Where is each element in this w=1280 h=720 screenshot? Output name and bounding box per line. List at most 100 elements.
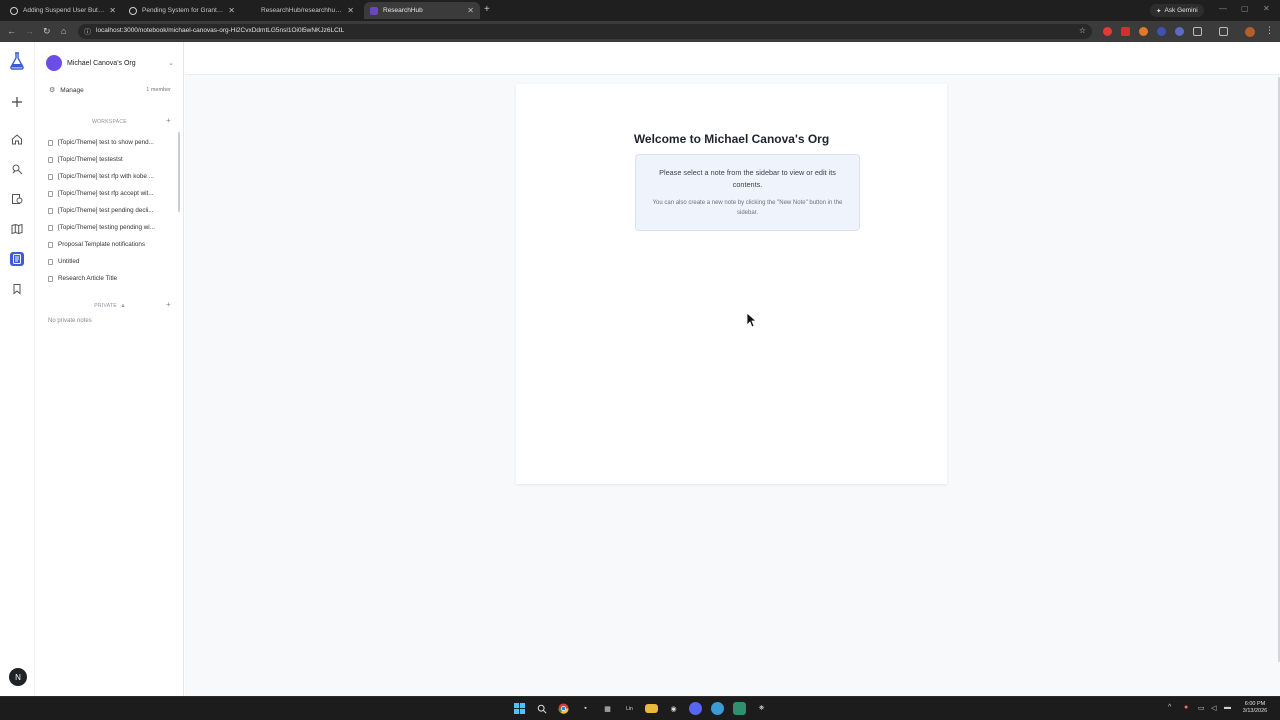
- profile-avatar[interactable]: [1245, 27, 1255, 37]
- home-browser-icon[interactable]: ⌂: [61, 26, 66, 36]
- user-avatar[interactable]: N: [9, 668, 27, 686]
- browser-tab-1[interactable]: Adding Suspend User Button to ✕: [4, 2, 122, 19]
- org-switcher[interactable]: Michael Canova's Org ⌄: [46, 55, 174, 71]
- add-workspace-note-icon[interactable]: +: [166, 116, 171, 125]
- list-item[interactable]: [Topic/Theme] testing pending wi...: [48, 219, 172, 236]
- manage-org-button[interactable]: ⚙ Manage 1 member: [49, 86, 171, 95]
- search-icon[interactable]: [535, 702, 548, 715]
- os-taskbar: ▪ ▦ Lin ◉ ⛯ ^ ● ▭ ◁ ▬ 6:00 PM 3/13/2026: [0, 696, 1280, 720]
- home-icon[interactable]: [10, 132, 24, 146]
- private-heading-label: PRIVATE: [94, 303, 118, 309]
- list-item[interactable]: [Topic/Theme] testestst: [48, 151, 172, 168]
- battery-icon[interactable]: ▬: [1224, 704, 1231, 711]
- new-tab-button[interactable]: +: [484, 4, 490, 15]
- extension-icon[interactable]: [1103, 27, 1112, 36]
- browser-tab-4[interactable]: ResearchHub ✕: [364, 2, 480, 19]
- list-item[interactable]: [Topic/Theme] test rfp accept wit...: [48, 185, 172, 202]
- note-title: [Topic/Theme] test to show pend...: [58, 139, 154, 146]
- chevron-down-icon: ⌄: [168, 60, 174, 67]
- clock[interactable]: 6:00 PM 3/13/2026: [1238, 701, 1272, 715]
- list-item[interactable]: [Topic/Theme] test rfp with kobe ...: [48, 168, 172, 185]
- funding-icon[interactable]: [10, 192, 24, 206]
- browser-tab-strip: Adding Suspend User Button to ✕ Pending …: [0, 0, 1280, 21]
- extension-icon[interactable]: [1139, 27, 1148, 36]
- plus-icon[interactable]: [10, 95, 24, 109]
- notes-app-icon[interactable]: [733, 702, 746, 715]
- notebook-icon[interactable]: [10, 252, 24, 266]
- document-icon: [48, 258, 53, 265]
- workspace-heading: WORKSPACE: [92, 119, 127, 125]
- tray-chevron-icon[interactable]: ^: [1168, 704, 1171, 711]
- tray-app-icon[interactable]: ▭: [1198, 704, 1205, 712]
- sidebar-scrollbar[interactable]: [178, 132, 180, 212]
- browser-tab-3[interactable]: ResearchHub/researchhub-bac ✕: [242, 2, 360, 19]
- mic-icon[interactable]: ●: [1184, 704, 1188, 711]
- lock-icon: 🔒︎: [121, 303, 125, 309]
- adblock-icon[interactable]: [1121, 27, 1130, 36]
- note-title: Research Article Title: [58, 275, 118, 282]
- app-icon[interactable]: ⛯: [755, 702, 768, 715]
- bookmark-star-icon[interactable]: ☆: [1079, 26, 1086, 35]
- journal-icon[interactable]: [10, 222, 24, 236]
- discord-icon[interactable]: [689, 702, 702, 715]
- gear-icon: ⚙: [49, 87, 56, 94]
- list-item[interactable]: Research Article Title: [48, 270, 172, 287]
- sparkle-icon: ✦: [1156, 7, 1162, 15]
- list-item[interactable]: [Topic/Theme] test pending decli...: [48, 202, 172, 219]
- org-name: Michael Canova's Org: [67, 59, 136, 67]
- document-icon: [48, 275, 53, 282]
- researcher-icon[interactable]: [10, 162, 24, 176]
- url-text[interactable]: localhost:3000/notebook/michael-canovas-…: [96, 27, 344, 34]
- close-tab-icon[interactable]: ✕: [467, 6, 474, 15]
- add-private-note-icon[interactable]: +: [166, 300, 171, 309]
- app-icon[interactable]: ◉: [667, 702, 680, 715]
- app-icon[interactable]: Lin: [623, 702, 636, 715]
- clock-date: 3/13/2026: [1242, 708, 1268, 714]
- document-icon: [48, 190, 53, 197]
- info-secondary-text: You can also create a new note by clicki…: [652, 200, 843, 216]
- address-bar[interactable]: ⓘ localhost:3000/notebook/michael-canova…: [78, 24, 1092, 39]
- site-info-icon[interactable]: ⓘ: [84, 27, 91, 37]
- forward-icon[interactable]: →: [25, 26, 34, 36]
- notebook-sidebar: Michael Canova's Org ⌄ ⚙ Manage 1 member…: [35, 42, 184, 696]
- app-window: N Michael Canova's Org ⌄ ⚙ Manage 1 memb…: [0, 42, 1280, 696]
- list-item[interactable]: Proposal Template notifications: [48, 236, 172, 253]
- member-count: 1 member: [146, 87, 171, 93]
- chrome-icon[interactable]: [557, 702, 570, 715]
- list-item[interactable]: Untitled: [48, 253, 172, 270]
- windows-start-icon[interactable]: [513, 702, 526, 715]
- extension-icon[interactable]: [1175, 27, 1184, 36]
- back-icon[interactable]: ←: [7, 26, 16, 36]
- calculator-icon[interactable]: ▦: [601, 702, 614, 715]
- note-title: [Topic/Theme] test rfp with kobe ...: [58, 173, 154, 180]
- maximize-icon[interactable]: ▢: [1241, 4, 1249, 13]
- document-icon: [48, 156, 53, 163]
- close-tab-icon[interactable]: ✕: [109, 6, 116, 15]
- terminal-icon[interactable]: ▪: [579, 702, 592, 715]
- private-heading: PRIVATE 🔒︎: [35, 303, 184, 309]
- github-icon: [10, 6, 18, 15]
- file-explorer-icon[interactable]: [645, 704, 658, 713]
- speaker-icon[interactable]: ◁: [1211, 704, 1216, 712]
- mouse-cursor-icon: [746, 312, 758, 328]
- extensions-puzzle-icon[interactable]: [1193, 27, 1202, 36]
- bookmark-icon[interactable]: [10, 282, 24, 296]
- note-title: [Topic/Theme] test rfp accept wit...: [58, 190, 154, 197]
- beaker-logo-icon[interactable]: [9, 52, 25, 70]
- close-tab-icon[interactable]: ✕: [228, 6, 235, 15]
- app-icon[interactable]: [711, 702, 724, 715]
- browser-menu-icon[interactable]: ⋮: [1265, 25, 1274, 36]
- list-item[interactable]: [Topic/Theme] test to show pend...: [48, 134, 172, 151]
- minimize-icon[interactable]: —: [1219, 4, 1227, 13]
- close-window-icon[interactable]: ✕: [1263, 4, 1270, 13]
- main-content: Welcome to Michael Canova's Org Please s…: [185, 42, 1280, 696]
- browser-tab-2[interactable]: Pending System for Grants by ✕: [123, 2, 241, 19]
- welcome-card: Welcome to Michael Canova's Org Please s…: [516, 84, 947, 484]
- note-title: Proposal Template notifications: [58, 241, 146, 248]
- browser-toolbar: ← → ↻ ⌂ ⓘ localhost:3000/notebook/michae…: [0, 21, 1280, 42]
- side-panel-icon[interactable]: [1219, 27, 1228, 36]
- ask-gemini-button[interactable]: ✦ Ask Gemini: [1150, 4, 1204, 17]
- reload-icon[interactable]: ↻: [43, 26, 51, 37]
- close-tab-icon[interactable]: ✕: [347, 6, 354, 15]
- extension-icon[interactable]: [1157, 27, 1166, 36]
